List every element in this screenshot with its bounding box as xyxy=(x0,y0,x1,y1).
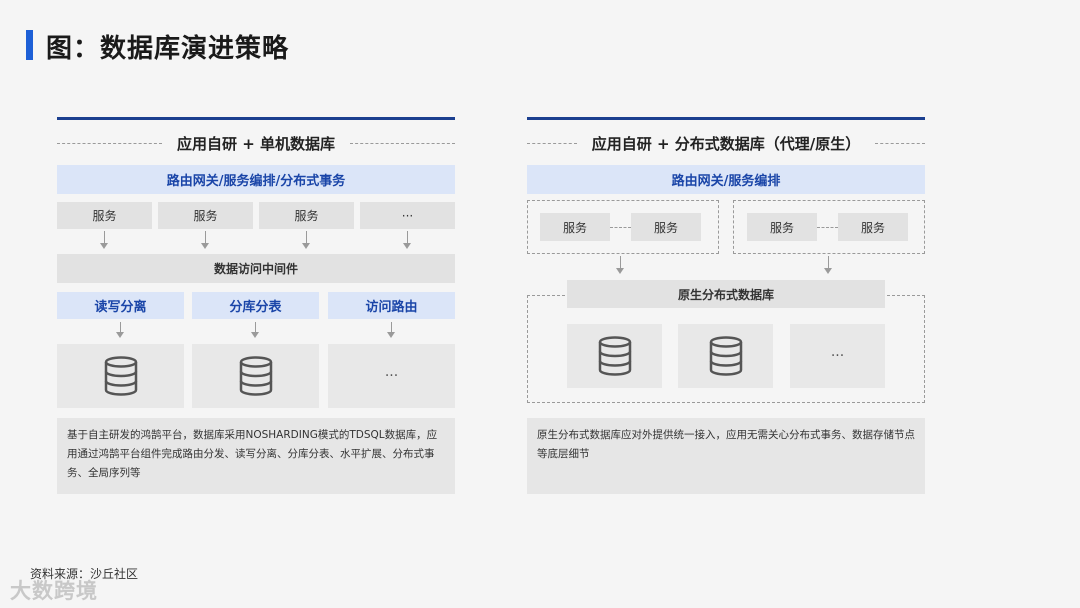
arrow-down-icon xyxy=(100,231,108,249)
right-db-more-box: ··· xyxy=(790,324,885,388)
arrow-down-icon xyxy=(824,256,832,274)
database-icon xyxy=(239,356,272,396)
left-panel-heading: 应用自研 + 单机数据库 xyxy=(176,135,335,153)
left-heading-dash-right xyxy=(350,143,455,144)
title-accent-bar xyxy=(26,30,33,60)
left-function-box: 读写分离 xyxy=(57,292,184,319)
right-db-title-bar: 原生分布式数据库 xyxy=(567,280,885,308)
left-middleware-bar: 数据访问中间件 xyxy=(57,254,455,283)
left-service-more-box: ··· xyxy=(360,202,455,229)
arrow-down-icon xyxy=(403,231,411,249)
database-icon xyxy=(104,356,137,396)
left-heading-dash-left xyxy=(57,143,162,144)
left-service-box: 服务 xyxy=(158,202,253,229)
left-function-box: 分库分表 xyxy=(192,292,319,319)
left-function-box: 访问路由 xyxy=(328,292,455,319)
left-db-box xyxy=(192,344,319,408)
right-service-box: 服务 xyxy=(747,213,817,241)
service-link xyxy=(817,227,838,228)
arrow-down-icon xyxy=(302,231,310,249)
left-gateway-bar: 路由网关/服务编排/分布式事务 xyxy=(57,165,455,194)
arrow-down-icon xyxy=(387,322,395,338)
page-title: 图：数据库演进策略 xyxy=(46,34,290,64)
right-description: 原生分布式数据库应对外提供统一接入，应用无需关心分布式事务、数据存储节点等底层细… xyxy=(527,418,925,494)
left-panel-rule xyxy=(57,117,455,120)
service-link xyxy=(610,227,631,228)
right-service-box: 服务 xyxy=(631,213,701,241)
right-db-box xyxy=(567,324,662,388)
right-heading-dash-right xyxy=(875,143,925,144)
arrow-down-icon xyxy=(116,322,124,338)
left-service-box: 服务 xyxy=(259,202,354,229)
watermark-logo: 大数跨境 xyxy=(10,579,98,603)
right-service-box: 服务 xyxy=(540,213,610,241)
right-service-box: 服务 xyxy=(838,213,908,241)
right-heading-dash-left xyxy=(527,143,577,144)
arrow-down-icon xyxy=(201,231,209,249)
database-icon xyxy=(709,336,742,376)
right-panel-heading: 应用自研 + 分布式数据库（代理/原生） xyxy=(591,135,861,153)
left-service-box: 服务 xyxy=(57,202,152,229)
left-description: 基于自主研发的鸿鹄平台，数据库采用NOSHARDING模式的TDSQL数据库，应… xyxy=(57,418,455,494)
right-panel-rule xyxy=(527,117,925,120)
arrow-down-icon xyxy=(251,322,259,338)
left-db-box xyxy=(57,344,184,408)
arrow-down-icon xyxy=(616,256,624,274)
left-db-more-box: ··· xyxy=(328,344,455,408)
right-gateway-bar: 路由网关/服务编排 xyxy=(527,165,925,194)
right-db-box xyxy=(678,324,773,388)
database-icon xyxy=(598,336,631,376)
